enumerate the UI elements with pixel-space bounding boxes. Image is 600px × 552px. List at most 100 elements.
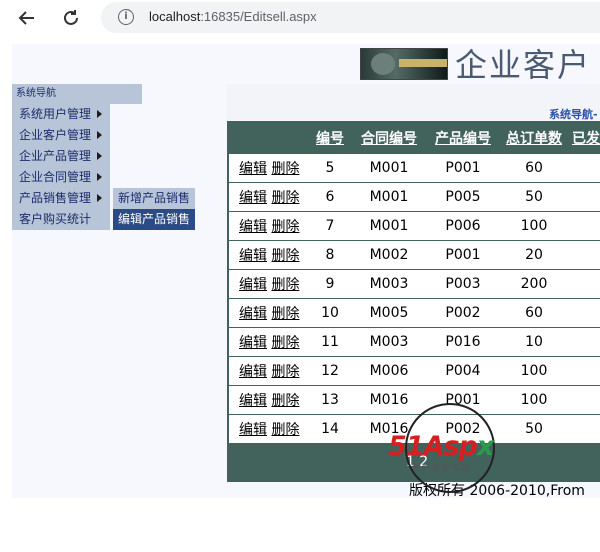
cell-total: 60 — [501, 153, 567, 183]
cell-id: 5 — [307, 153, 353, 183]
table-row: 编辑 删除 11 M003 P016 10 — [228, 327, 600, 357]
sidebar-item[interactable]: 系统用户管理 — [12, 104, 110, 125]
url-text: localhost:16835/Editsell.aspx — [149, 9, 317, 24]
submenu-arrow-icon — [97, 173, 102, 181]
table-row: 编辑 删除 8 M002 P001 20 — [228, 240, 600, 270]
delete-link[interactable]: 删除 — [271, 161, 299, 177]
sidebar-item-label: 产品销售管理 — [19, 191, 92, 205]
submenu-arrow-icon — [97, 131, 102, 139]
cell-id: 10 — [307, 298, 353, 328]
cell-total: 10 — [501, 327, 567, 357]
cell-shipped — [567, 356, 600, 386]
row-actions: 编辑 删除 — [228, 414, 307, 444]
row-actions: 编辑 删除 — [228, 385, 307, 415]
cell-contract: M003 — [353, 269, 425, 299]
cell-shipped — [567, 327, 600, 357]
back-arrow-icon[interactable] — [16, 7, 38, 29]
cell-contract: M005 — [353, 298, 425, 328]
breadcrumb: 系统导航- — [549, 108, 598, 121]
cell-contract: M006 — [353, 356, 425, 386]
cell-product: P001 — [425, 240, 501, 270]
cell-total: 100 — [501, 211, 567, 241]
column-header[interactable]: 总订单数 — [501, 122, 567, 154]
cell-product: P001 — [425, 153, 501, 183]
watermark-brand-tail: x — [476, 431, 494, 462]
cell-id: 12 — [307, 356, 353, 386]
submenu-arrow-icon — [97, 110, 102, 118]
cell-product: P002 — [425, 298, 501, 328]
cell-shipped — [567, 182, 600, 212]
delete-link[interactable]: 删除 — [271, 219, 299, 235]
column-header — [228, 122, 307, 154]
cell-contract: M001 — [353, 182, 425, 212]
delete-link[interactable]: 删除 — [271, 248, 299, 264]
delete-link[interactable]: 删除 — [271, 277, 299, 293]
cell-id: 14 — [307, 414, 353, 444]
cell-id: 9 — [307, 269, 353, 299]
cell-id: 6 — [307, 182, 353, 212]
edit-link[interactable]: 编辑 — [239, 422, 267, 438]
edit-link[interactable]: 编辑 — [239, 248, 267, 264]
cell-total: 100 — [501, 356, 567, 386]
edit-link[interactable]: 编辑 — [239, 335, 267, 351]
table-row: 编辑 删除 5 M001 P001 60 — [228, 153, 600, 183]
edit-link[interactable]: 编辑 — [239, 161, 267, 177]
edit-link[interactable]: 编辑 — [239, 364, 267, 380]
sidebar-item[interactable]: 产品销售管理 — [12, 188, 110, 209]
reload-icon[interactable] — [60, 7, 82, 29]
edit-link[interactable]: 编辑 — [239, 277, 267, 293]
browser-toolbar: i localhost:16835/Editsell.aspx — [0, 0, 600, 36]
column-header[interactable]: 合同编号 — [353, 122, 425, 154]
banner-image — [360, 48, 448, 80]
edit-link[interactable]: 编辑 — [239, 219, 267, 235]
cell-product: P003 — [425, 269, 501, 299]
sidebar-item-label: 系统用户管理 — [19, 107, 92, 121]
submenu-arrow-icon — [97, 194, 102, 202]
sidebar-item[interactable]: 企业产品管理 — [12, 146, 110, 167]
sidebar-item-label: 企业客户管理 — [19, 128, 92, 142]
edit-link[interactable]: 编辑 — [239, 306, 267, 322]
cell-shipped — [567, 269, 600, 299]
cell-contract: M002 — [353, 240, 425, 270]
cell-contract: M001 — [353, 211, 425, 241]
column-header[interactable]: 产品编号 — [425, 122, 501, 154]
cell-total: 200 — [501, 269, 567, 299]
delete-link[interactable]: 删除 — [271, 335, 299, 351]
cell-shipped — [567, 298, 600, 328]
cell-shipped — [567, 211, 600, 241]
delete-link[interactable]: 删除 — [271, 190, 299, 206]
grid-header-row: 编号 合同编号 产品编号 总订单数 已发 — [228, 122, 600, 154]
delete-link[interactable]: 删除 — [271, 364, 299, 380]
url-path: :16835/Editsell.aspx — [200, 9, 317, 24]
submenu-item[interactable]: 编辑产品销售 — [113, 209, 195, 230]
cell-shipped — [567, 153, 600, 183]
edit-link[interactable]: 编辑 — [239, 190, 267, 206]
row-actions: 编辑 删除 — [228, 153, 307, 183]
info-icon[interactable]: i — [118, 9, 134, 25]
row-actions: 编辑 删除 — [228, 298, 307, 328]
submenu-item[interactable]: 新增产品销售 — [113, 188, 195, 209]
cell-product: P006 — [425, 211, 501, 241]
column-header[interactable]: 已发 — [567, 122, 600, 154]
delete-link[interactable]: 删除 — [271, 393, 299, 409]
cell-id: 13 — [307, 385, 353, 415]
delete-link[interactable]: 删除 — [271, 306, 299, 322]
sidebar-item[interactable]: 企业合同管理 — [12, 167, 110, 188]
sidebar-item[interactable]: 客户购买统计 — [12, 209, 110, 230]
sidebar-item[interactable]: 企业客户管理 — [12, 125, 110, 146]
sidebar-item-label: 企业产品管理 — [19, 149, 92, 163]
content-header — [227, 84, 600, 120]
column-header[interactable]: 编号 — [307, 122, 353, 154]
edit-link[interactable]: 编辑 — [239, 393, 267, 409]
watermark-tagline: 教程服务专家 — [412, 463, 472, 472]
watermark-brand-main: 51Asp — [388, 431, 478, 462]
sidebar-header: 系统导航 — [12, 84, 142, 104]
url-host: localhost — [149, 9, 201, 24]
watermark-logo: 51Aspx 教程服务专家 — [388, 403, 513, 498]
banner-strip — [399, 59, 447, 67]
cell-total: 20 — [501, 240, 567, 270]
row-actions: 编辑 删除 — [228, 356, 307, 386]
address-bar[interactable]: i localhost:16835/Editsell.aspx — [101, 2, 600, 33]
sales-submenu: 新增产品销售 编辑产品销售 — [113, 188, 195, 230]
delete-link[interactable]: 删除 — [271, 422, 299, 438]
